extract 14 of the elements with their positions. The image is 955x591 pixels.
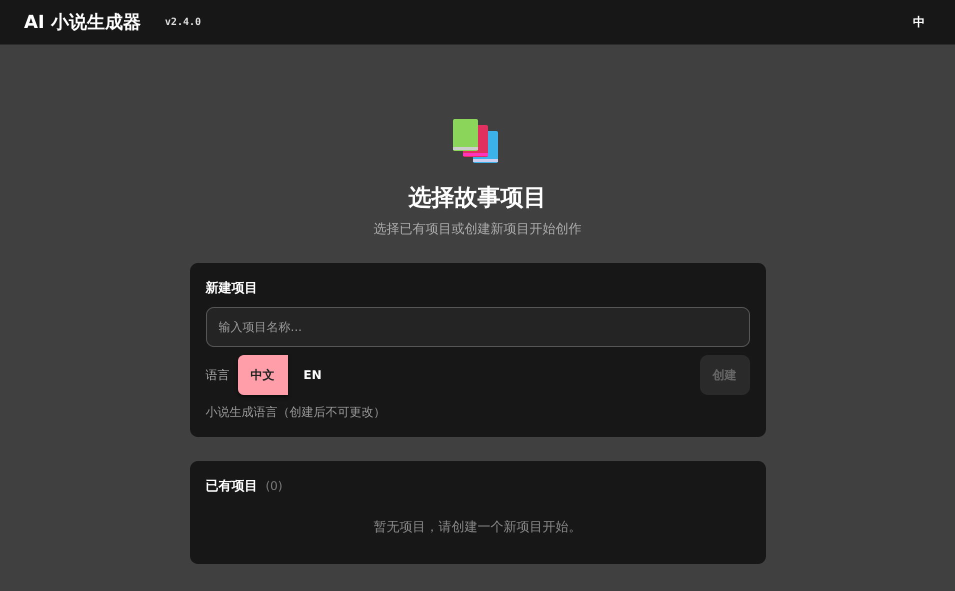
app-title: AI 小说生成器 bbox=[24, 10, 141, 34]
project-name-field[interactable]: 输入项目名称... bbox=[206, 306, 750, 346]
language-option[interactable]: 中文 bbox=[238, 354, 288, 394]
card-title: 新建项目 bbox=[206, 280, 258, 298]
language-option[interactable]: EN bbox=[288, 354, 338, 394]
card-title: 已有项目 bbox=[206, 478, 258, 496]
project-count: (0) bbox=[266, 478, 282, 496]
page-subtitle: 选择已有项目或创建新项目开始创作 bbox=[374, 220, 582, 238]
hint-text: 小说生成语言（创建后不可更改） bbox=[206, 404, 386, 420]
language-label: 语言 bbox=[206, 366, 230, 384]
version-label: v2.4.0 bbox=[164, 16, 202, 30]
language-toggle[interactable]: 中 bbox=[907, 9, 931, 35]
page-title: 选择故事项目 bbox=[408, 184, 546, 213]
empty-message: 暂无项目，请创建一个新项目开始。 bbox=[372, 519, 582, 537]
